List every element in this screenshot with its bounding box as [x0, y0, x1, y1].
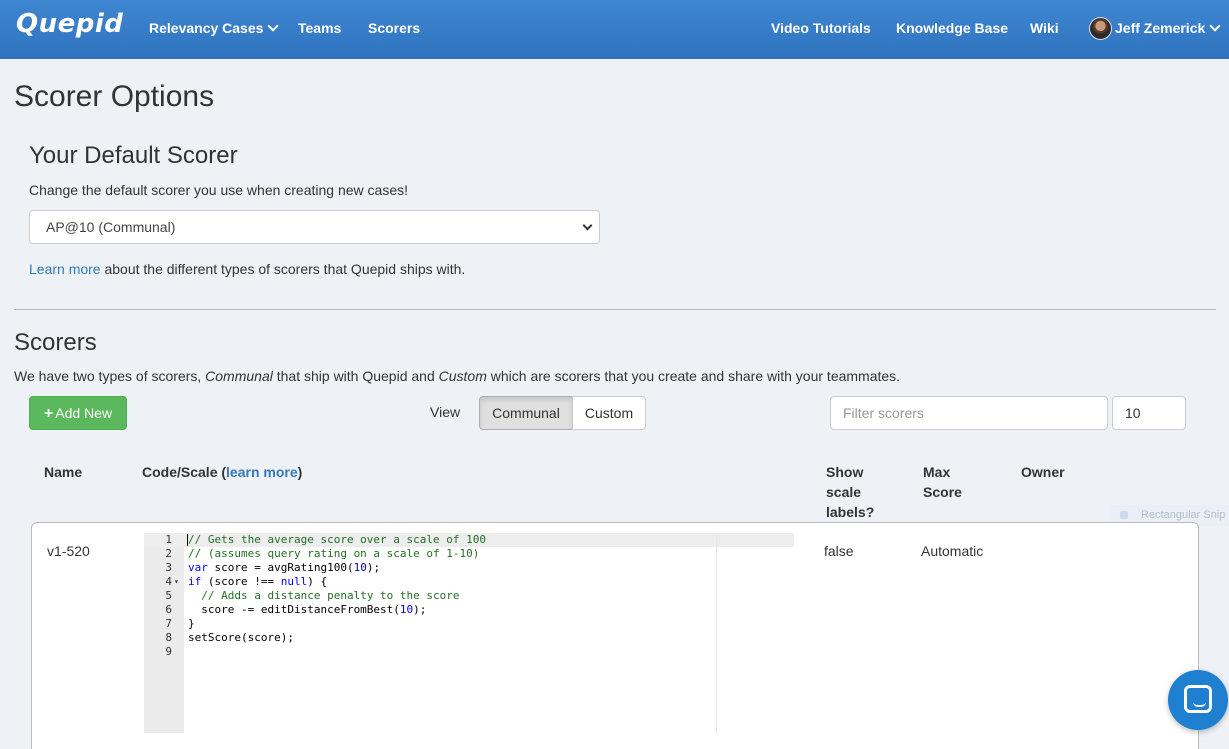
nav-video-tutorials[interactable]: Video Tutorials [771, 20, 871, 36]
section-divider [14, 309, 1216, 310]
line-number: 5 [165, 589, 172, 602]
chevron-down-icon [582, 220, 593, 231]
code-editor[interactable]: 1 // Gets the average score over a scale … [144, 533, 794, 733]
scorers-intro: We have two types of scorers, Communal t… [14, 368, 900, 384]
header-line: scale [826, 484, 862, 500]
view-custom-button[interactable]: Custom [572, 396, 646, 430]
code-text: // Gets the average score over a scale o… [188, 533, 487, 546]
header-line: Show [826, 464, 864, 480]
code-line: 4 ▾ if (score !== null) { [144, 575, 794, 589]
intro-custom: Custom [438, 368, 487, 384]
column-header-name: Name [44, 464, 83, 480]
add-new-label: Add New [55, 405, 113, 421]
nav-relevancy-cases-label: Relevancy Cases [149, 20, 264, 36]
user-menu[interactable]: Jeff Zemerick [1115, 20, 1221, 36]
nav-knowledge-base[interactable]: Knowledge Base [896, 20, 1008, 36]
nav-wiki[interactable]: Wiki [1030, 20, 1059, 36]
code-text: score -= editDistanceFromBest(10); [188, 603, 427, 616]
default-scorer-heading: Your Default Scorer [29, 142, 238, 169]
scorer-max-score: Automatic [921, 543, 984, 559]
code-line: 3 var score = avgRating100(10); [144, 561, 794, 575]
column-header-code-scale: Code/Scale (learn more) [142, 462, 302, 482]
nav-teams[interactable]: Teams [298, 20, 341, 36]
code-text: // Adds a distance penalty to the score [201, 589, 460, 602]
line-number: 6 [165, 603, 172, 616]
header-line: Max [923, 464, 951, 480]
column-header-show-scale-labels: Show scale labels? [826, 462, 874, 522]
editor-cursor [187, 534, 188, 546]
line-number: 3 [165, 561, 172, 574]
top-navbar: Quepid Relevancy Cases Teams Scorers Vid… [0, 0, 1229, 59]
brand-logo[interactable]: Quepid [16, 9, 123, 39]
snip-icon [1120, 511, 1128, 519]
default-scorer-selected: AP@10 (Communal) [46, 219, 176, 235]
header-line: Score [923, 484, 962, 500]
filter-scorers-input[interactable]: Filter scorers [830, 396, 1108, 430]
line-number: 9 [165, 645, 172, 658]
scorer-name[interactable]: v1-520 [47, 543, 90, 559]
code-text: var score = avgRating100(10); [188, 561, 381, 574]
intro-text-a: We have two types of scorers, [14, 368, 206, 384]
user-name: Jeff Zemerick [1115, 20, 1206, 36]
code-line: 9 [144, 645, 794, 659]
intro-text-b: that ship with Quepid and [272, 368, 439, 384]
code-line: 6 score -= editDistanceFromBest(10); [144, 603, 794, 617]
code-text: if (score !== null) { [188, 575, 328, 588]
per-page-input[interactable]: 10 [1112, 396, 1186, 430]
line-number: 8 [165, 631, 172, 644]
plus-icon: + [43, 405, 54, 422]
scorer-show-scale-labels: false [824, 543, 854, 559]
code-scale-paren: ) [297, 464, 303, 480]
chevron-down-icon [267, 20, 280, 32]
page-title: Scorer Options [14, 80, 215, 113]
code-line: 7} [144, 617, 794, 631]
code-line: 1 // Gets the average score over a scale … [144, 533, 794, 547]
nav-relevancy-cases[interactable]: Relevancy Cases [149, 20, 280, 36]
code-text: setScore(score); [188, 631, 294, 644]
code-text: // (assumes query rating on a scale of 1… [188, 547, 480, 560]
default-scorer-select[interactable]: AP@10 (Communal) [29, 210, 600, 244]
fold-icon[interactable]: ▾ [174, 575, 179, 589]
chat-icon [1184, 685, 1212, 713]
default-scorer-description: Change the default scorer you use when c… [29, 182, 409, 198]
view-communal-button[interactable]: Communal [479, 396, 573, 430]
learn-more-text: Learn more about the different types of … [29, 261, 465, 277]
nav-scorers[interactable]: Scorers [368, 20, 420, 36]
intro-communal: Communal [205, 368, 273, 384]
code-line: 5 // Adds a distance penalty to the scor… [144, 589, 794, 603]
scorers-heading: Scorers [14, 329, 97, 356]
line-number: 7 [165, 617, 172, 630]
intro-text-c: which are scorers that you create and sh… [486, 368, 901, 384]
column-header-max-score: Max Score [923, 462, 962, 502]
line-number: 4 [165, 575, 172, 588]
add-new-button[interactable]: + Add New [29, 396, 127, 430]
line-number: 2 [165, 547, 172, 560]
view-label: View [430, 404, 461, 420]
code-scale-learn-more-link[interactable]: learn more [226, 464, 298, 480]
chat-launcher-button[interactable] [1168, 670, 1228, 730]
learn-more-link[interactable]: Learn more [29, 261, 101, 277]
line-number: 1 [165, 533, 172, 546]
column-header-owner: Owner [1021, 464, 1065, 480]
code-line: 2 // (assumes query rating on a scale of … [144, 547, 794, 561]
chevron-down-icon [1209, 20, 1221, 32]
header-line: labels? [826, 504, 875, 520]
code-line: 8 setScore(score); [144, 631, 794, 645]
avatar[interactable] [1089, 17, 1112, 40]
code-scale-label: Code/Scale ( [142, 464, 227, 480]
code-text: } [188, 617, 195, 630]
learn-more-rest: about the different types of scorers tha… [100, 261, 466, 277]
snip-label: Rectangular Snip [1141, 509, 1226, 521]
